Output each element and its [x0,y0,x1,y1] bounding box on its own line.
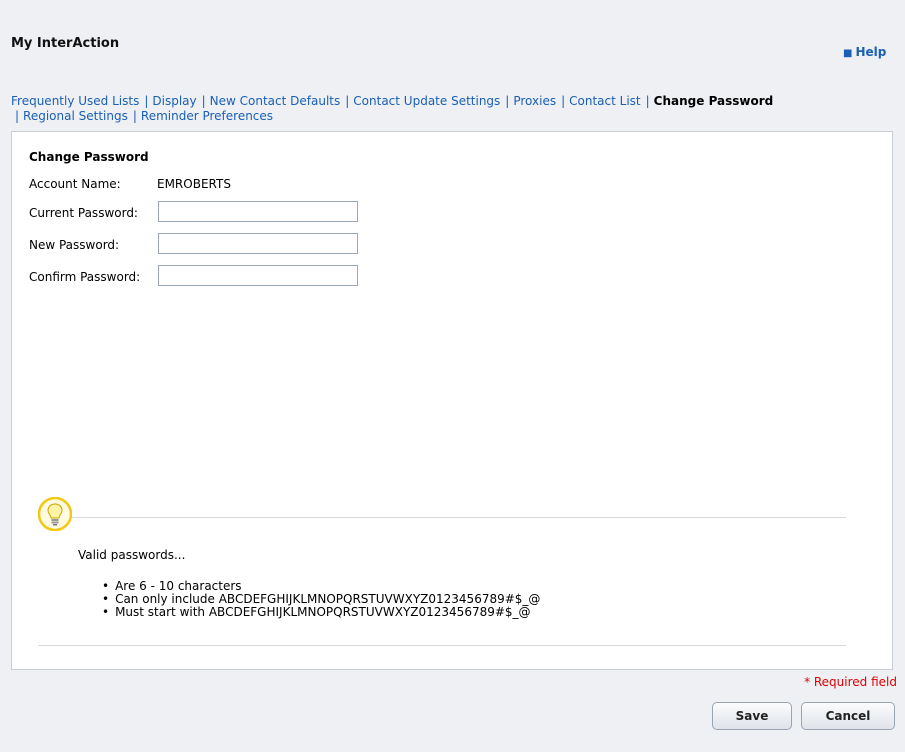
hint-divider-top [72,517,846,518]
section-title: Change Password [29,150,149,164]
hint-divider-bottom [38,645,846,646]
tab-display[interactable]: Display [152,94,196,108]
tab-proxies[interactable]: Proxies [513,94,556,108]
settings-tabs: Frequently Used Lists | Display | New Contac… [11,94,891,124]
confirm-password-field[interactable] [158,265,358,286]
tab-frequently-used-lists[interactable]: Frequently Used Lists [11,94,139,108]
tab-separator: | [132,109,137,123]
new-password-field[interactable] [158,233,358,254]
tab-separator: | [505,94,510,108]
account-name-label: Account Name: [29,177,121,191]
tab-reminder-preferences[interactable]: Reminder Preferences [141,109,273,123]
tab-separator: | [561,94,566,108]
tab-change-password[interactable]: Change Password [654,94,774,108]
bullet-icon: ■ [843,48,853,59]
tab-regional-settings[interactable]: Regional Settings [23,109,128,123]
lightbulb-icon [38,497,72,531]
account-name-value: EMROBERTS [157,177,231,191]
tab-separator: | [144,94,149,108]
required-field-note: * Required field [804,675,897,689]
tab-contact-update-settings[interactable]: Contact Update Settings [353,94,500,108]
confirm-password-label: Confirm Password: [29,270,141,284]
new-password-label: New Password: [29,238,120,252]
help-link[interactable]: ■ Help [843,45,886,59]
help-label: Help [855,45,887,59]
page-title: My InterAction [11,36,120,51]
save-button[interactable]: Save [712,702,792,730]
cancel-button[interactable]: Cancel [801,702,895,730]
hint-intro: Valid passwords... [78,548,186,562]
current-password-label: Current Password: [29,206,138,220]
tab-separator: | [201,94,206,108]
change-password-panel: Change Password Account Name: EMROBERTS C… [11,131,893,670]
tab-new-contact-defaults[interactable]: New Contact Defaults [210,94,341,108]
tab-contact-list[interactable]: Contact List [569,94,640,108]
password-rules-list: Are 6 - 10 characters Can only include A… [102,580,540,619]
account-name-row: Account Name: EMROBERTS [29,177,231,191]
current-password-field[interactable] [158,201,358,222]
tab-separator: | [345,94,350,108]
tab-separator: | [645,94,650,108]
list-item: Must start with ABCDEFGHIJKLMNOPQRSTUVWX… [102,606,540,619]
tab-separator: | [15,109,20,123]
